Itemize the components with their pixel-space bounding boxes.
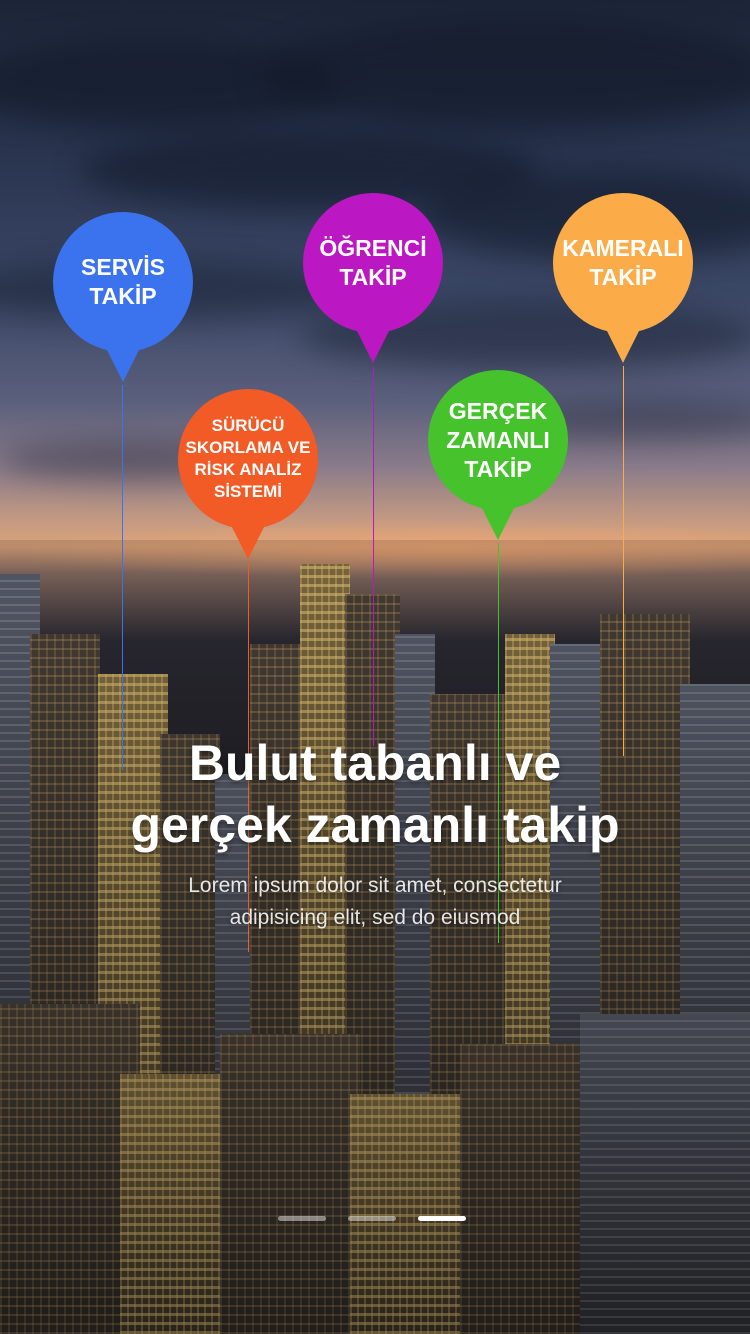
pin-label: KAMERALI TAKİP [562,235,684,290]
page-indicator-dot-3-active[interactable] [418,1216,466,1221]
pin-label: GERÇEK ZAMANLI TAKİP [446,397,550,482]
page-indicator-dot-1[interactable] [278,1216,326,1221]
page-indicator [278,1216,468,1222]
hero-subtext: Lorem ipsum dolor sit amet, consectetur … [188,874,562,929]
page-indicator-dot-2[interactable] [348,1216,396,1221]
pin-line-ogrenci [373,366,374,746]
hero-headline: Bulut tabanlı ve gerçek zamanlı takip [130,735,620,853]
pin-label: SERVİS TAKİP [81,254,165,309]
pin-line-kamerali [623,366,624,756]
onboarding-screen: SERVİS TAKİP ÖĞRENCİ TAKİP KAMERALI TAKİ… [0,0,750,1334]
pin-label: ÖĞRENCİ TAKİP [319,235,427,290]
pin-line-servis [122,385,123,770]
pin-label: SÜRÜCÜ SKORLAMA VE RİSK ANALİZ SİSTEMİ [185,416,311,501]
